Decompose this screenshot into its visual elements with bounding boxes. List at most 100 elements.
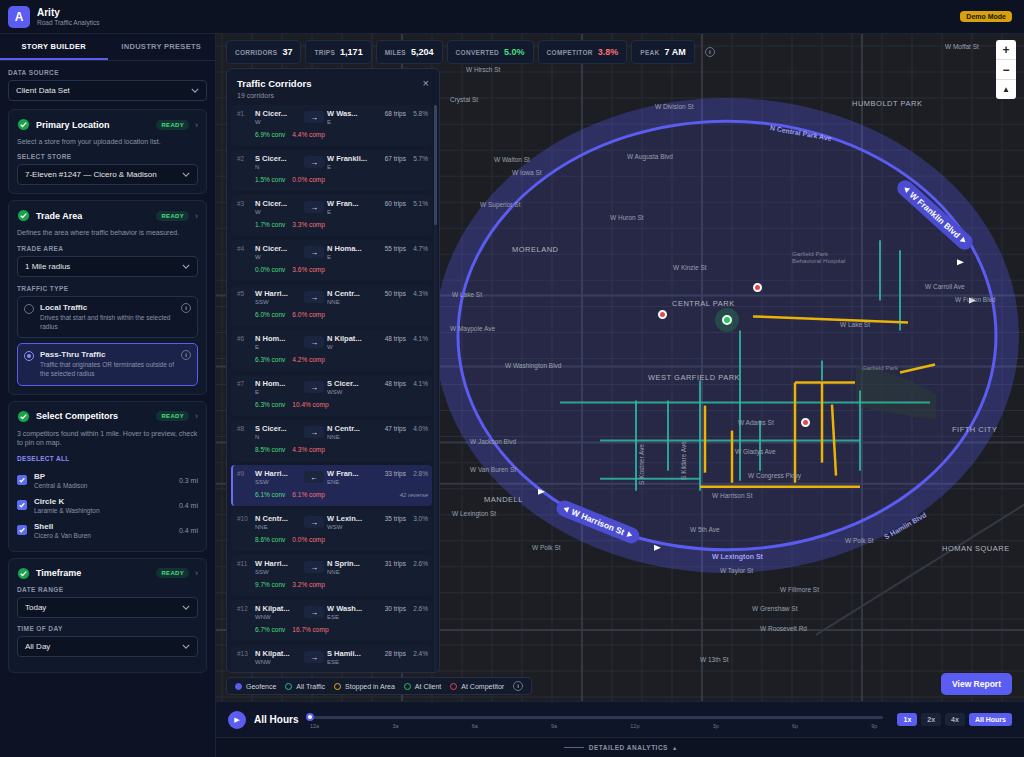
compass-button[interactable]: ▲ <box>996 80 1016 99</box>
traffic-type-option[interactable]: Pass-Thru TrafficTraffic that originates… <box>17 343 198 386</box>
corridor-row[interactable]: #4N Cicer...W→N Homa...E55 trips4.7%0.0%… <box>231 240 432 281</box>
competitor-item[interactable]: ShellCicero & Van Buren0.4 mi <box>17 518 198 543</box>
corridor-rank: #4 <box>237 244 252 252</box>
corridor-row[interactable]: #7N Hom...E→S Cicer...WSW48 trips4.1%6.3… <box>231 375 432 416</box>
corridor-row[interactable]: #5W Harri...SSW→N Centr...NNE50 trips4.3… <box>231 285 432 326</box>
corridor-to: N Kilpat... <box>327 334 373 343</box>
map-legend: GeofenceAll TrafficStopped in AreaAt Cli… <box>226 677 532 695</box>
close-button[interactable]: × <box>423 78 429 89</box>
speed-button[interactable]: 2x <box>921 713 941 726</box>
legend-dot <box>450 683 457 690</box>
map[interactable]: W Moffat StW Hirsch StCrystal StW Divisi… <box>216 34 1024 701</box>
speed-button[interactable]: All Hours <box>969 713 1012 726</box>
slider-thumb[interactable] <box>306 713 314 721</box>
corridor-row[interactable]: #10N Centr...NNE→W Lexin...WSW35 trips3.… <box>231 510 432 551</box>
card-header[interactable]: TimeframeREADY› <box>17 567 198 580</box>
corridor-row[interactable]: #9W Harri...SSW←W Fran...ENE33 trips2.8%… <box>231 465 432 506</box>
timeframe-select[interactable]: Today <box>17 597 198 618</box>
corridor-row[interactable]: #12N Kilpat...WNW→W Wash...ESE30 trips2.… <box>231 600 432 641</box>
corridor-trips: 50 trips <box>376 289 406 297</box>
timeline-label: All Hours <box>254 714 302 725</box>
corridor-from: N Hom... <box>255 379 301 388</box>
zoom-in-button[interactable]: + <box>996 40 1016 60</box>
play-button[interactable]: ▶ <box>228 711 246 729</box>
map-label: W 5th Ave <box>690 526 720 533</box>
time-slider[interactable]: 12a3a6a9a12p3p6p9p <box>310 711 883 729</box>
corridor-to: S Cicer... <box>327 379 373 388</box>
option-title: Pass-Thru Traffic <box>40 350 175 359</box>
sidebar-tab[interactable]: STORY BUILDER <box>0 34 108 60</box>
corridor-share: 4.1% <box>409 334 428 342</box>
view-report-button[interactable]: View Report <box>941 673 1012 695</box>
competitor-item[interactable]: Circle KLaramie & Washington0.4 mi <box>17 493 198 518</box>
info-icon[interactable]: i <box>181 303 191 313</box>
info-icon[interactable]: i <box>513 681 523 691</box>
card-header[interactable]: Primary LocationREADY› <box>17 118 198 131</box>
corridor-rank: #6 <box>237 334 252 342</box>
corridor-from-dir: WNW <box>255 659 301 665</box>
card-header[interactable]: Trade AreaREADY› <box>17 209 198 222</box>
trade-area-select[interactable]: 1 Mile radius <box>17 256 198 277</box>
corridor-conversion: 9.7% conv <box>255 581 285 588</box>
info-icon[interactable]: i <box>705 47 715 57</box>
map-label: S Kildare Ave <box>680 441 687 480</box>
corridor-conversion: 6.7% conv <box>255 626 285 633</box>
corridor-rank: #2 <box>237 154 252 162</box>
card-header[interactable]: Select CompetitorsREADY› <box>17 410 198 423</box>
detailed-analytics-bar[interactable]: DETAILED ANALYTICS▴ <box>216 737 1024 757</box>
card-title: Timeframe <box>36 568 81 578</box>
competitor-pin[interactable] <box>801 418 810 427</box>
checkbox[interactable] <box>17 500 27 510</box>
corridor-row[interactable]: #11W Harri...SSW→N Sprin...NNE31 trips2.… <box>231 555 432 596</box>
corridor-list-wrap: #1N Cicer...W→W Was...E68 trips5.8%6.9% … <box>227 105 439 672</box>
option-title: Local Traffic <box>40 303 175 312</box>
card-description: 3 competitors found within 1 mile. Hover… <box>17 429 198 448</box>
map-label: W Division St <box>655 103 694 110</box>
corridor-row[interactable]: #3N Cicer...W→W Fran...E60 trips5.1%1.7%… <box>231 195 432 236</box>
field-label: DATA SOURCE <box>8 69 207 76</box>
deselect-all-button[interactable]: DESELECT ALL <box>17 455 198 462</box>
time-tick: 9a <box>551 723 557 729</box>
client-pin[interactable] <box>722 315 732 325</box>
data-source-select[interactable]: Client Data Set <box>8 80 207 101</box>
zoom-out-button[interactable]: − <box>996 60 1016 80</box>
traffic-type-option[interactable]: Local TrafficDrives that start and finis… <box>17 296 198 339</box>
timeframe-select[interactable]: All Day <box>17 636 198 657</box>
competitor-item[interactable]: BPCentral & Madison0.3 mi <box>17 468 198 493</box>
radio-button[interactable] <box>24 304 34 314</box>
corridor-from-dir: SSW <box>255 479 301 485</box>
corridor-row[interactable]: #6N Hom...E→N Kilpat...W48 trips4.1%6.3%… <box>231 330 432 371</box>
checkbox[interactable] <box>17 475 27 485</box>
store-select[interactable]: 7-Eleven #1247 — Cicero & Madison <box>17 164 198 185</box>
timeframe-card: TimeframeREADY›DATE RANGETodayTIME OF DA… <box>8 558 207 673</box>
corridor-row[interactable]: #8S Cicer...N→N Centr...NNE47 trips4.0%8… <box>231 420 432 461</box>
stat: CORRIDORS37 <box>226 40 301 64</box>
check-circle-icon <box>17 118 30 131</box>
competitor-pin[interactable] <box>753 283 762 292</box>
corridor-to: N Sprin... <box>327 559 373 568</box>
scrollbar[interactable] <box>434 105 437 672</box>
stat-value: 5,204 <box>411 47 434 57</box>
corridor-trips: 48 trips <box>376 379 406 387</box>
time-tick: 3p <box>713 723 719 729</box>
corridor-from: S Cicer... <box>255 424 301 433</box>
corridor-trips: 67 trips <box>376 154 406 162</box>
corridor-row[interactable]: #1N Cicer...W→W Was...E68 trips5.8%6.9% … <box>231 105 432 146</box>
stat-value: 37 <box>282 47 292 57</box>
speed-button[interactable]: 1x <box>897 713 917 726</box>
competitor-pin[interactable] <box>658 310 667 319</box>
speed-button[interactable]: 4x <box>945 713 965 726</box>
corridor-row[interactable]: #2S Cicer...N→W Frankli...E67 trips5.7%1… <box>231 150 432 191</box>
corridor-to-dir: WSW <box>327 389 373 395</box>
sidebar-tab[interactable]: INDUSTRY PRESETS <box>108 34 216 60</box>
stat: COMPETITOR3.8% <box>538 40 628 64</box>
radio-button[interactable] <box>24 351 34 361</box>
checkbox[interactable] <box>17 525 27 535</box>
corridor-row[interactable]: #13N Kilpat...WNW→S Hamli...ESE28 trips2… <box>231 645 432 672</box>
corridor-competitor: 3.3% comp <box>292 221 325 228</box>
info-icon[interactable]: i <box>181 350 191 360</box>
header: AArityRoad Traffic AnalyticsDemo Mode <box>0 0 1024 34</box>
corridor-to: W Lexin... <box>327 514 373 523</box>
trade-area-card: Trade AreaREADY›Defines the area where t… <box>8 200 207 395</box>
map-label: W Polk St <box>532 544 561 551</box>
